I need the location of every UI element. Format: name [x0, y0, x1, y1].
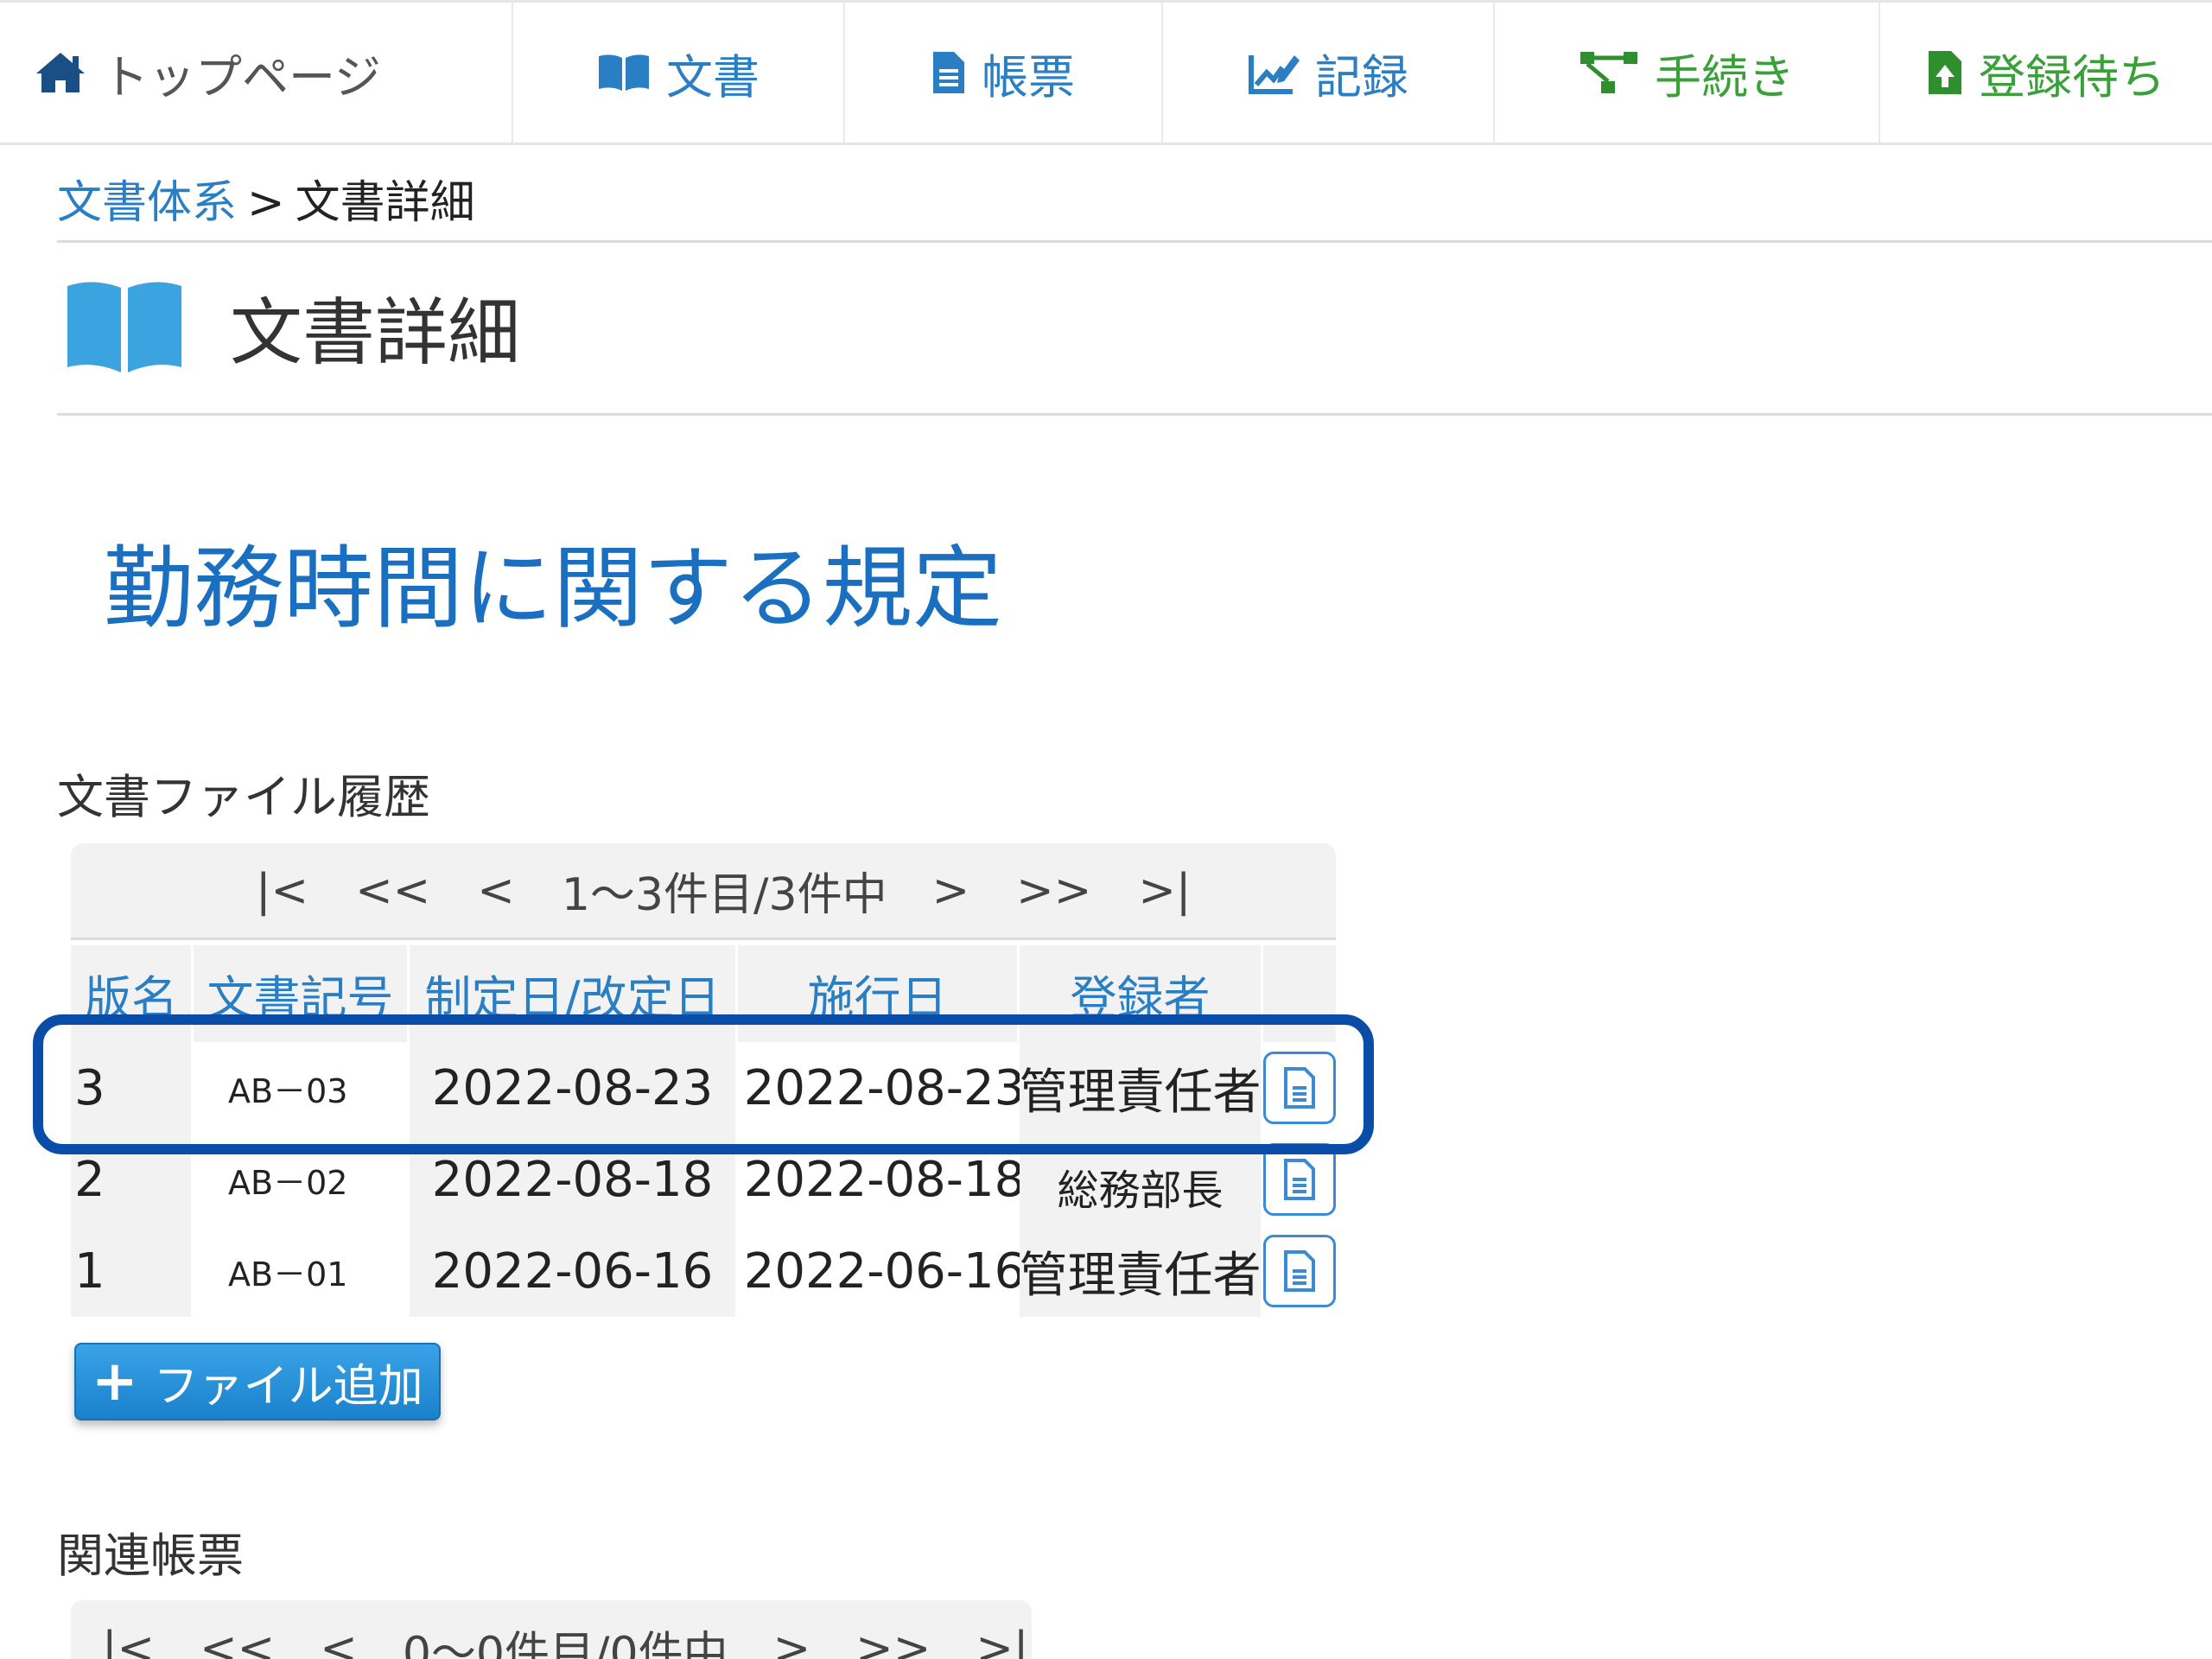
nav-pending[interactable]: 登録待ち [1880, 3, 2212, 143]
home-icon [35, 49, 86, 96]
cell-effective-date: 2022-06-16 [738, 1225, 1025, 1317]
add-file-button[interactable]: + ファイル追加 [74, 1343, 441, 1421]
upload-file-icon [1927, 49, 1963, 96]
table-row: 3 AB－03 2022-08-23 2022-08-23 管理責任者 [71, 1042, 1336, 1134]
cell-action [1263, 1225, 1336, 1317]
pager-prev[interactable]: < [477, 865, 515, 917]
file-history-pager: |< << < 1～3件目/3件中 > >> >| [71, 843, 1336, 940]
nav-procedures-label: 手続き [1655, 49, 1795, 105]
pager-status: 1～3件目/3件中 [561, 869, 887, 921]
nav-procedures[interactable]: 手続き [1495, 3, 1880, 143]
cell-effective-date: 2022-08-18 [738, 1134, 1025, 1225]
plus-icon: + [92, 1350, 138, 1414]
pager-next[interactable]: > [773, 1623, 811, 1659]
cell-action [1263, 1042, 1336, 1134]
cell-established-date: 2022-06-16 [410, 1225, 738, 1317]
header-doc-code[interactable]: 文書記号 [194, 945, 410, 1042]
cell-effective-date: 2022-08-23 [738, 1042, 1025, 1134]
view-file-button[interactable] [1263, 1143, 1336, 1216]
pager-prev-block[interactable]: << [200, 1623, 275, 1659]
pager-status: 0～0件目/0件中 [402, 1627, 728, 1659]
header-version[interactable]: 版名 [71, 945, 194, 1042]
view-file-button[interactable] [1263, 1235, 1336, 1307]
header-effective-date[interactable]: 施行日 [738, 945, 1020, 1042]
nav-records-label: 記録 [1315, 49, 1408, 105]
file-icon [931, 50, 966, 95]
breadcrumb-current: 文書詳細 [295, 177, 475, 229]
cell-doc-code: AB－02 [194, 1134, 410, 1225]
breadcrumb-separator: > [247, 177, 285, 229]
cell-established-date: 2022-08-23 [410, 1042, 738, 1134]
header-established-date[interactable]: 制定日/改定日 [410, 945, 738, 1042]
document-title: 勤務時間に関する規定 [104, 536, 1003, 641]
document-icon [1284, 1159, 1315, 1200]
cell-registrant: 総務部長 [1020, 1134, 1263, 1225]
nav-pending-label: 登録待ち [1979, 49, 2165, 105]
add-file-label: ファイル追加 [153, 1360, 423, 1413]
cell-action [1263, 1134, 1336, 1225]
nav-documents[interactable]: 文書 [513, 3, 845, 143]
divider [57, 240, 2212, 243]
page-header: 文書詳細 [64, 275, 520, 379]
nav-top-label: トップページ [102, 49, 381, 105]
cell-established-date: 2022-08-18 [410, 1134, 738, 1225]
cell-registrant: 管理責任者 [1020, 1225, 1263, 1317]
pager-last[interactable]: >| [1138, 865, 1191, 917]
pager-last[interactable]: >| [976, 1623, 1028, 1659]
pager-next-block[interactable]: >> [855, 1623, 931, 1659]
nav-records[interactable]: 記録 [1163, 3, 1495, 143]
related-forms-pager: |< << < 0～0件目/0件中 > >> >| [71, 1600, 1032, 1659]
cell-version: 2 [71, 1134, 194, 1225]
nav-documents-label: 文書 [666, 49, 760, 105]
table-header-row: 版名 文書記号 制定日/改定日 施行日 登録者 [71, 945, 1336, 1042]
breadcrumb-parent-link[interactable]: 文書体系 [57, 177, 237, 229]
cell-version: 1 [71, 1225, 194, 1317]
header-action [1263, 945, 1336, 1042]
pager-first[interactable]: |< [102, 1623, 155, 1659]
top-navigation: トップページ 文書 帳票 記録 手続き 登録待ち [0, 0, 2212, 145]
nav-forms-label: 帳票 [982, 49, 1075, 105]
cell-registrant: 管理責任者 [1020, 1042, 1263, 1134]
pager-next-block[interactable]: >> [1016, 865, 1091, 917]
divider [57, 413, 2212, 416]
breadcrumb: 文書体系 > 文書詳細 [57, 166, 475, 231]
document-icon [1284, 1250, 1315, 1292]
book-icon [597, 53, 651, 92]
nav-top-page[interactable]: トップページ [0, 3, 513, 143]
cell-version: 3 [71, 1042, 194, 1134]
document-icon [1284, 1067, 1315, 1109]
cell-doc-code: AB－03 [194, 1042, 410, 1134]
pager-next[interactable]: > [932, 865, 970, 917]
file-history-table: 版名 文書記号 制定日/改定日 施行日 登録者 3 AB－03 2022-08-… [71, 945, 1336, 1317]
file-history-title: 文書ファイル履歴 [57, 770, 430, 824]
related-forms-title: 関連帳票 [57, 1529, 244, 1583]
pager-prev-block[interactable]: << [355, 865, 430, 917]
book-icon [64, 277, 185, 378]
pager-first[interactable]: |< [256, 865, 308, 917]
page-title: 文書詳細 [230, 290, 521, 375]
table-row: 2 AB－02 2022-08-18 2022-08-18 総務部長 [71, 1134, 1336, 1225]
pager-prev[interactable]: < [320, 1623, 358, 1659]
cell-doc-code: AB－01 [194, 1225, 410, 1317]
table-row: 1 AB－01 2022-06-16 2022-06-16 管理責任者 [71, 1225, 1336, 1317]
nav-forms[interactable]: 帳票 [845, 3, 1163, 143]
view-file-button[interactable] [1263, 1052, 1336, 1124]
header-registrant[interactable]: 登録者 [1020, 945, 1263, 1042]
flow-icon [1579, 48, 1639, 97]
chart-edit-icon [1248, 50, 1300, 95]
